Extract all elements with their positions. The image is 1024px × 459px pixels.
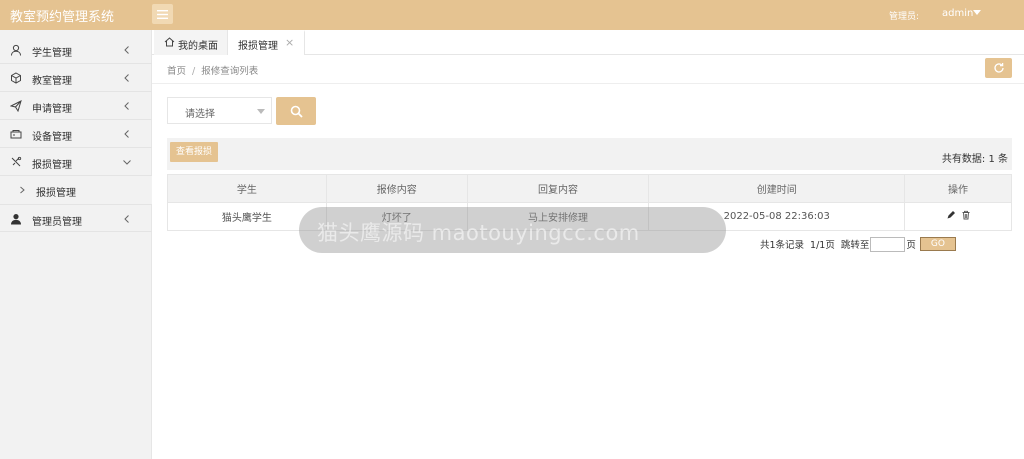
chevron-left-icon [124, 130, 129, 138]
breadcrumb: 首页 / 报修查询列表 [167, 63, 258, 77]
sidebar-item-label: 设备管理 [32, 132, 72, 143]
pager-pages: 1/1页 [810, 240, 835, 251]
app-title: 教室预约管理系统 [10, 10, 115, 25]
select-placeholder: 请选择 [185, 109, 215, 120]
search-select[interactable]: 请选择 [167, 97, 272, 124]
breadcrumb-current: 报修查询列表 [201, 66, 259, 77]
divider [152, 83, 1024, 84]
device-icon [10, 130, 22, 139]
tab-label: 报损管理 [238, 41, 278, 52]
total-label: 共有数据: [941, 154, 986, 165]
breadcrumb-separator: / [192, 66, 196, 77]
pager-page-unit: 页 [906, 240, 916, 251]
sidebar-item-classrooms[interactable]: 教室管理 [0, 64, 152, 92]
tab-bar: 我的桌面 报损管理 × [152, 30, 1024, 55]
tab-damage-reports[interactable]: 报损管理 × [228, 30, 305, 55]
hamburger-icon [157, 9, 168, 19]
sidebar: 学生管理 教室管理 申请管理 设备管理 报损管理 报损管理 管理员管理 [0, 30, 152, 459]
sidebar-item-label: 学生管理 [32, 48, 72, 59]
chevron-right-icon [20, 186, 25, 194]
close-icon[interactable]: × [285, 36, 294, 49]
pagination: 共1条记录 1/1页 跳转至 页 GO [760, 236, 956, 252]
sidebar-subitem-damage-reports[interactable]: 报损管理 [0, 176, 152, 204]
home-icon [164, 37, 175, 47]
admin-label: 管理员: [889, 12, 920, 22]
pager-records: 共1条记录 [760, 240, 805, 251]
cell-actions [904, 202, 1012, 231]
watermark-overlay: 猫头鹰源码 maotouyingcc.com [299, 207, 726, 253]
column-header: 学生 [167, 174, 327, 203]
chevron-left-icon [124, 74, 129, 82]
search-icon [290, 105, 303, 118]
sidebar-item-students[interactable]: 学生管理 [0, 36, 152, 64]
admin-user-menu[interactable]: admin [942, 8, 973, 19]
sidebar-item-label: 申请管理 [32, 104, 72, 115]
trash-icon[interactable] [961, 210, 971, 220]
search-button[interactable] [276, 97, 316, 125]
sidebar-item-damage-reports[interactable]: 报损管理 [0, 148, 152, 176]
tab-home-label: 我的桌面 [178, 41, 218, 52]
sidebar-subitem-label: 报损管理 [36, 188, 76, 199]
sidebar-item-applications[interactable]: 申请管理 [0, 92, 152, 120]
pager-jump-label: 跳转至 [840, 240, 870, 251]
chevron-left-icon [124, 102, 129, 110]
chevron-left-icon [124, 46, 129, 54]
column-header: 操作 [904, 174, 1012, 203]
go-button[interactable]: GO [919, 237, 956, 251]
caret-down-icon [257, 109, 265, 114]
edit-icon[interactable] [946, 210, 956, 220]
caret-down-icon[interactable] [973, 10, 981, 15]
view-damage-button[interactable]: 查看报损 [170, 142, 218, 162]
column-header: 回复内容 [466, 174, 650, 203]
sidebar-item-admins[interactable]: 管理员管理 [0, 204, 152, 232]
table-toolbar: 查看报损 共有数据: 1 条 [167, 138, 1012, 170]
tab-home[interactable]: 我的桌面 [154, 30, 228, 55]
table-header-row: 学生 报修内容 回复内容 创建时间 操作 [167, 174, 1012, 203]
sidebar-item-devices[interactable]: 设备管理 [0, 120, 152, 148]
user-icon [11, 44, 21, 56]
sidebar-item-label: 管理员管理 [32, 217, 82, 228]
total-value: 1 条 [988, 154, 1008, 165]
breadcrumb-home[interactable]: 首页 [167, 66, 186, 77]
total-count: 共有数据: 1 条 [942, 150, 1008, 165]
send-icon [10, 100, 22, 112]
person-filled-icon [11, 214, 21, 225]
refresh-button[interactable] [985, 58, 1012, 78]
chevron-left-icon [124, 215, 129, 223]
page-jump-input[interactable] [870, 236, 906, 252]
column-header: 创建时间 [648, 174, 906, 203]
cube-icon [11, 72, 21, 84]
refresh-icon [993, 63, 1004, 73]
watermark-text: 猫头鹰源码 maotouyingcc.com [317, 221, 640, 245]
chevron-down-icon [123, 160, 131, 165]
sidebar-item-label: 报损管理 [32, 160, 72, 171]
column-header: 报修内容 [325, 174, 468, 203]
sidebar-item-label: 教室管理 [32, 76, 72, 87]
tools-icon [11, 156, 22, 167]
menu-toggle-button[interactable] [152, 4, 173, 24]
top-header: 教室预约管理系统 管理员: admin [0, 0, 1024, 30]
